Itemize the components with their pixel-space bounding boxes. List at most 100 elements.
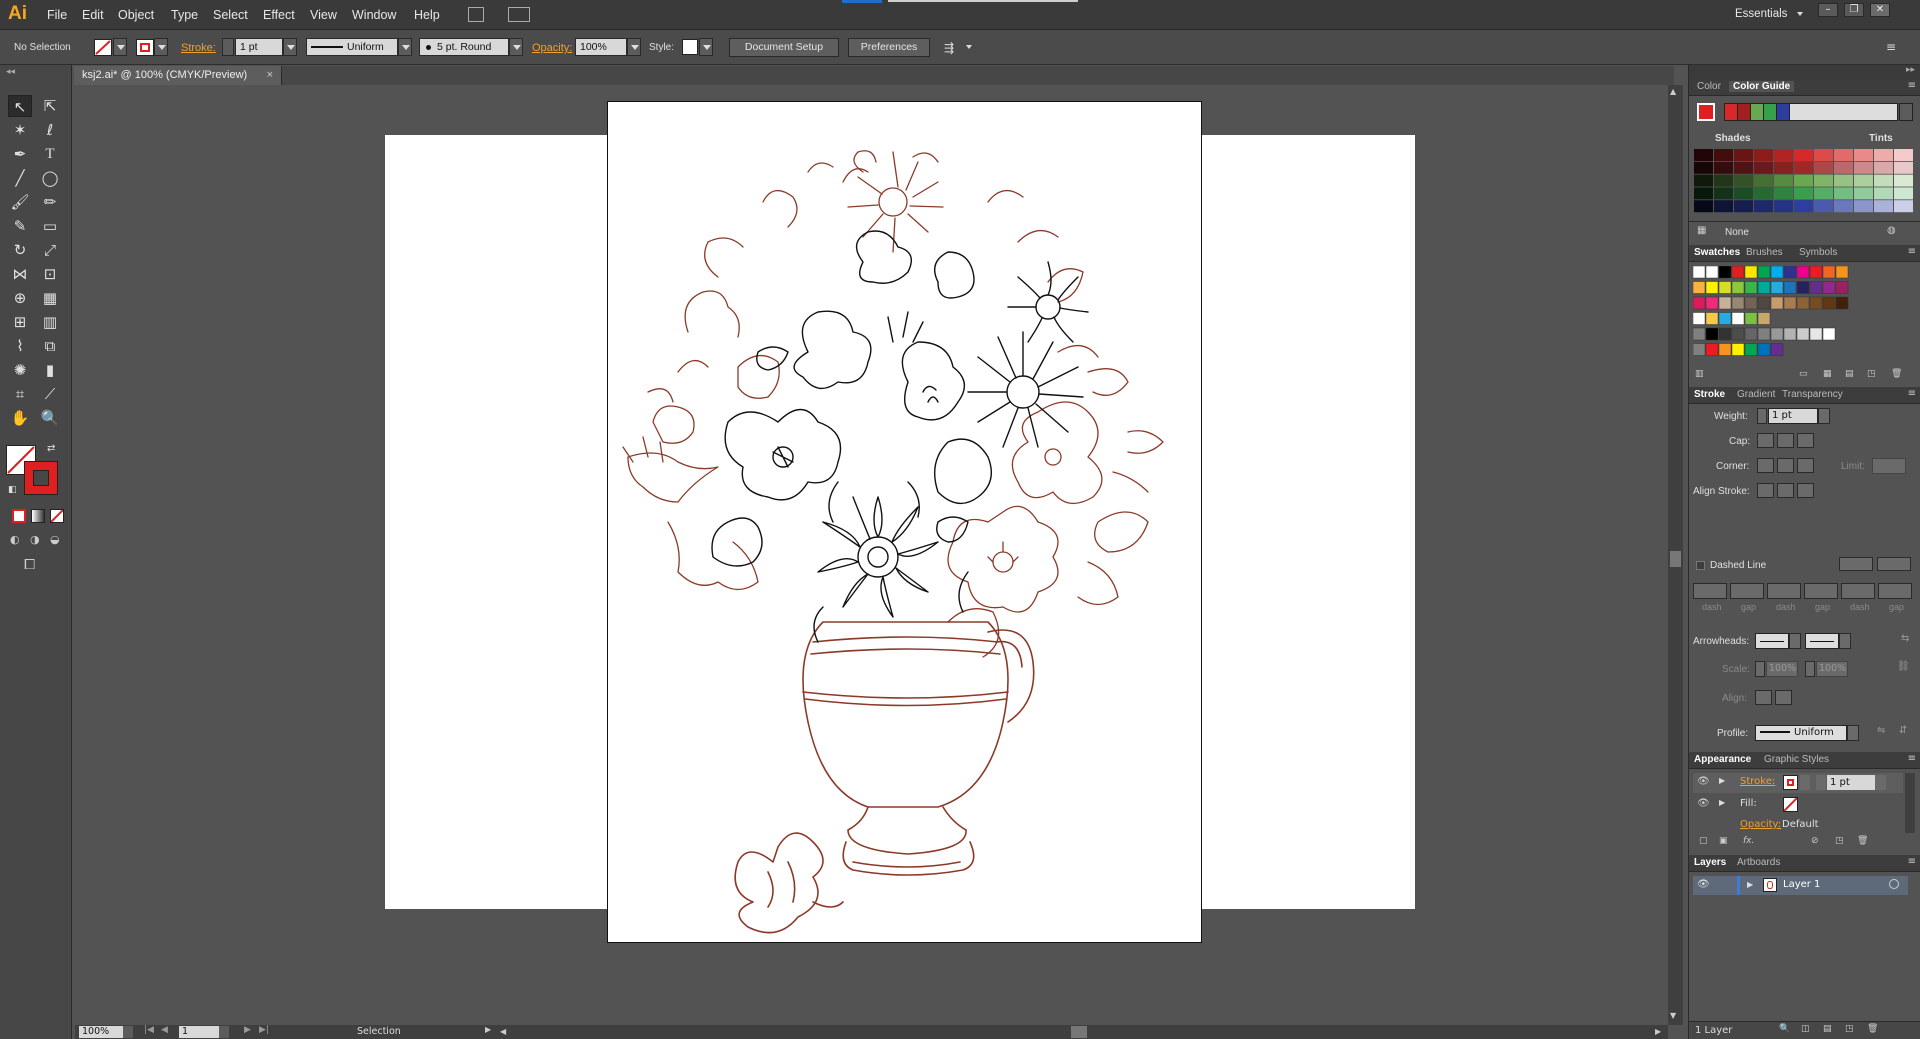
tab-artboards[interactable]: Artboards <box>1737 857 1780 868</box>
document-tab[interactable]: ksj2.ai* @ 100% (CMYK/Preview) × <box>74 66 282 85</box>
appearance-stroke-label[interactable]: Stroke: <box>1740 776 1775 787</box>
stroke-weight-stepper[interactable] <box>222 38 234 56</box>
swatch[interactable] <box>1731 265 1745 279</box>
profile-dropdown[interactable] <box>398 38 412 56</box>
color-guide-swatch[interactable] <box>1774 187 1793 200</box>
harmony-rules-dropdown[interactable] <box>1899 103 1913 121</box>
tab-symbols[interactable]: Symbols <box>1799 247 1837 258</box>
add-fill-icon[interactable]: ▣ <box>1719 836 1728 846</box>
document-setup-button[interactable]: Document Setup <box>729 38 839 57</box>
color-guide-swatch[interactable] <box>1834 200 1853 213</box>
width-tool-icon[interactable]: ⋈ <box>8 263 32 285</box>
color-guide-swatch[interactable] <box>1754 187 1773 200</box>
make-clipping-mask-icon[interactable]: ◫ <box>1801 1024 1810 1034</box>
menu-effect[interactable]: Effect <box>263 8 295 22</box>
swatch[interactable] <box>1692 343 1706 356</box>
hand-tool-icon[interactable]: ✋ <box>8 407 32 429</box>
opacity-field[interactable]: 100% <box>575 38 627 56</box>
draw-normal-icon[interactable]: ◐ <box>10 533 20 546</box>
profile-select-dropdown[interactable] <box>1847 725 1859 741</box>
swatch[interactable] <box>1705 281 1719 294</box>
blob-brush-tool-icon[interactable]: ✎ <box>8 215 32 237</box>
appearance-weight-field[interactable]: 1 pt <box>1827 775 1875 790</box>
color-guide-swatch[interactable] <box>1814 149 1833 161</box>
swatch[interactable] <box>1757 327 1771 341</box>
swatch[interactable] <box>1744 265 1758 279</box>
swatch[interactable] <box>1770 281 1784 294</box>
scale-b-stepper[interactable] <box>1805 661 1815 677</box>
gap-1-field[interactable] <box>1730 583 1764 599</box>
swatch[interactable] <box>1770 343 1784 356</box>
swatch[interactable] <box>1744 327 1758 341</box>
color-guide-swatch[interactable] <box>1874 187 1893 200</box>
appearance-stroke-row[interactable]: 👁 ▶ Stroke: 1 pt <box>1693 773 1903 793</box>
tab-brushes[interactable]: Brushes <box>1746 247 1783 258</box>
layer-name[interactable]: Layer 1 <box>1783 879 1820 890</box>
eyedropper-tool-icon[interactable]: ⌇ <box>8 335 32 357</box>
screen-mode-icon[interactable]: ⧠ <box>24 557 35 573</box>
end-arrowhead-select[interactable] <box>1805 633 1839 649</box>
swatch[interactable] <box>1731 281 1745 294</box>
swatch[interactable] <box>1718 281 1732 294</box>
round-cap-icon[interactable] <box>1777 433 1794 448</box>
tab-color-guide[interactable]: Color Guide <box>1729 81 1795 92</box>
swatch[interactable] <box>1822 265 1836 279</box>
swatch[interactable] <box>1692 312 1706 325</box>
color-guide-swatch[interactable] <box>1814 187 1833 200</box>
harmony-swatch[interactable] <box>1751 104 1764 120</box>
color-guide-swatch[interactable] <box>1894 187 1913 200</box>
previous-artboard-icon[interactable]: ◀ <box>161 1025 168 1035</box>
appearance-fill-row[interactable]: 👁 ▶ Fill: <box>1693 795 1903 815</box>
swatch[interactable] <box>1835 296 1849 310</box>
tab-stroke[interactable]: Stroke <box>1694 389 1725 400</box>
vertical-scrollbar[interactable]: ▲ ▼ <box>1668 85 1683 1025</box>
arrow-place-icon[interactable] <box>1775 690 1792 705</box>
artboard-number-field[interactable]: 1 <box>179 1026 219 1038</box>
tab-graphic-styles[interactable]: Graphic Styles <box>1764 754 1829 765</box>
swatch[interactable] <box>1731 327 1745 341</box>
swatch[interactable] <box>1744 281 1758 294</box>
swap-colors-icon[interactable]: ⇄ <box>47 443 55 454</box>
color-guide-swatch[interactable] <box>1754 200 1773 213</box>
harmony-rules-bar[interactable] <box>1724 103 1898 121</box>
swatch[interactable] <box>1718 265 1732 279</box>
swatch[interactable] <box>1822 327 1836 341</box>
layers-panel-menu-icon[interactable]: ≡ <box>1908 856 1916 867</box>
swatch[interactable] <box>1731 343 1745 356</box>
butt-cap-icon[interactable] <box>1757 433 1774 448</box>
color-guide-swatch[interactable] <box>1874 200 1893 213</box>
scroll-right-icon[interactable]: ▶ <box>1655 1027 1661 1036</box>
flip-along-icon[interactable]: ⇋ <box>1877 725 1885 736</box>
draw-behind-icon[interactable]: ◑ <box>30 533 40 546</box>
add-effect-icon[interactable]: fx. <box>1743 836 1754 846</box>
tab-swatches[interactable]: Swatches <box>1694 247 1740 258</box>
selection-tool-icon[interactable]: ↖ <box>8 95 32 117</box>
direct-selection-tool-icon[interactable]: ⇱ <box>38 95 62 117</box>
none-mode-icon[interactable] <box>50 509 64 523</box>
flower-vase-artwork[interactable] <box>608 102 1203 944</box>
canvas[interactable] <box>75 85 1668 1025</box>
expand-layer-icon[interactable]: ▶ <box>1747 880 1753 889</box>
align-inside-icon[interactable] <box>1777 483 1794 498</box>
stroke-color-icon[interactable] <box>24 461 58 495</box>
color-guide-swatch[interactable] <box>1814 161 1833 174</box>
expand-stroke-icon[interactable]: ▶ <box>1719 776 1725 785</box>
locate-object-icon[interactable]: 🔍 <box>1779 1024 1790 1034</box>
color-guide-swatch[interactable] <box>1874 174 1893 187</box>
swatch[interactable] <box>1731 296 1745 310</box>
appearance-scrollbar[interactable] <box>1905 773 1915 833</box>
color-guide-swatch[interactable] <box>1774 161 1793 174</box>
mesh-tool-icon[interactable]: ⊞ <box>8 311 32 333</box>
color-guide-swatch[interactable] <box>1854 200 1873 213</box>
color-guide-swatch[interactable] <box>1774 200 1793 213</box>
first-artboard-icon[interactable]: |◀ <box>144 1025 154 1035</box>
gradient-mode-icon[interactable] <box>31 509 45 523</box>
scroll-up-icon[interactable]: ▲ <box>1670 87 1676 96</box>
restore-button[interactable]: ❐ <box>1844 3 1864 17</box>
ellipse-tool-icon[interactable]: ◯ <box>38 167 62 189</box>
tab-transparency[interactable]: Transparency <box>1782 389 1843 400</box>
color-guide-swatch[interactable] <box>1854 174 1873 187</box>
swatch[interactable] <box>1692 281 1706 294</box>
gap-2-field[interactable] <box>1804 583 1838 599</box>
menu-window[interactable]: Window <box>352 8 396 22</box>
